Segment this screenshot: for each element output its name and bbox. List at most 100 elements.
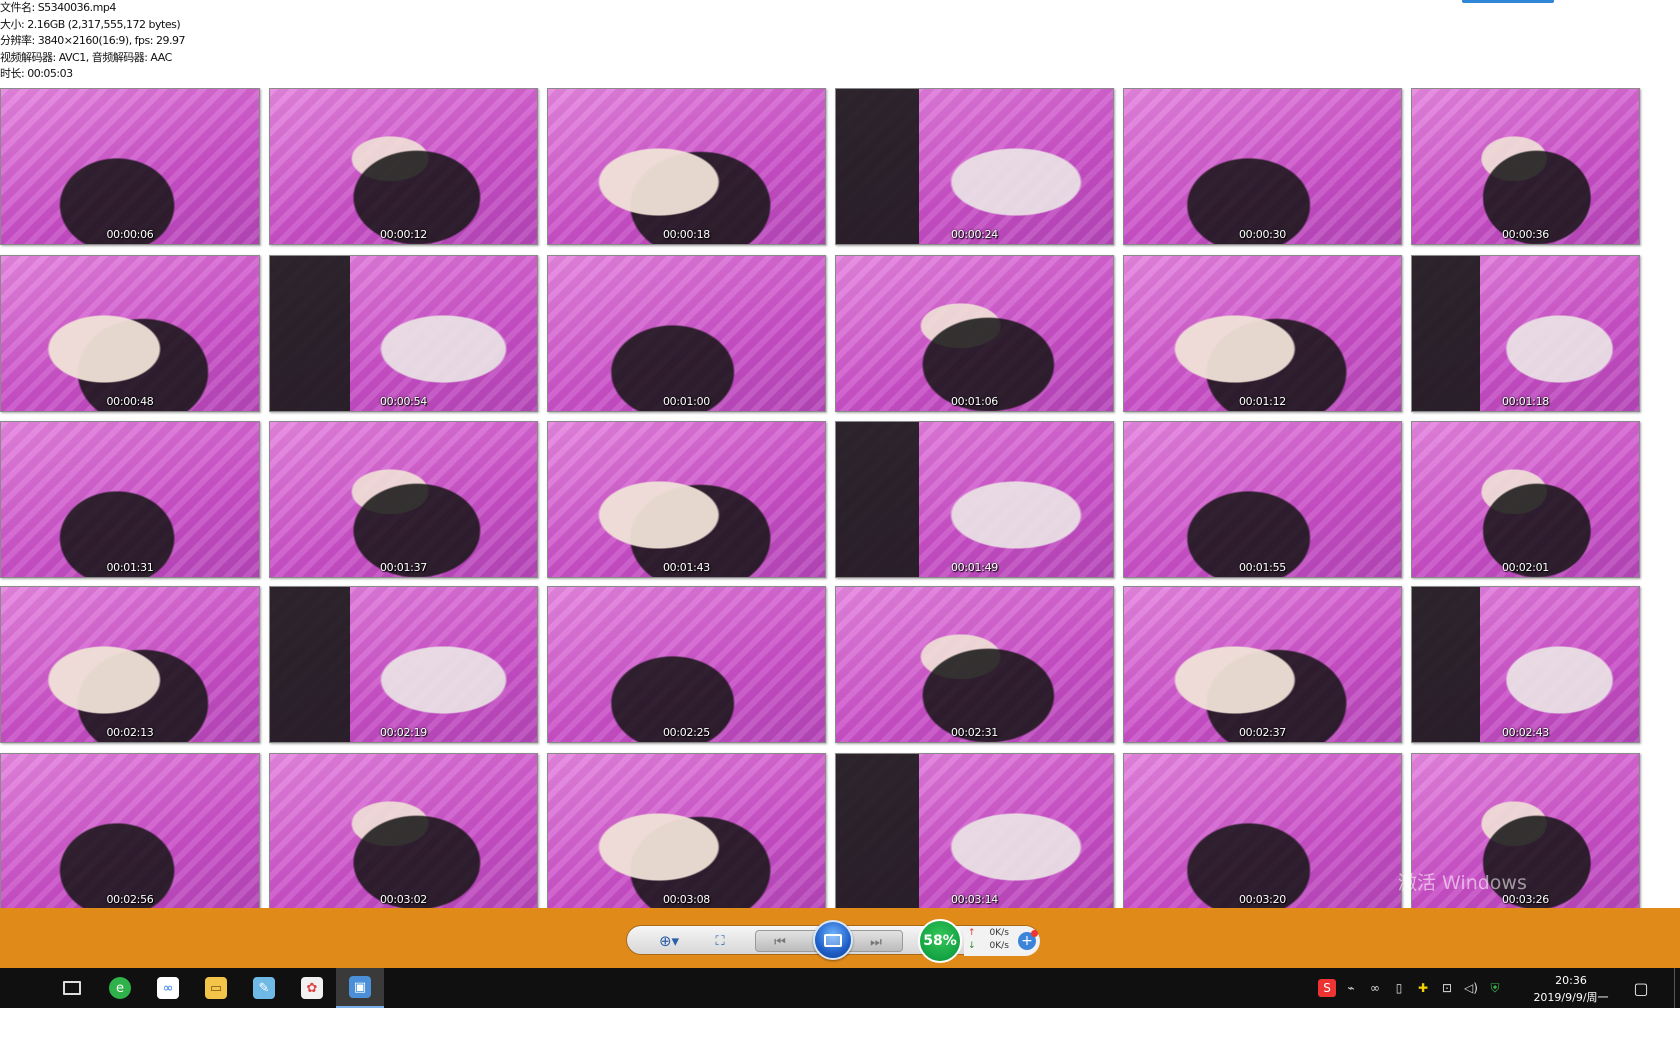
thumbnail[interactable]: 00:00:06 (0, 88, 260, 245)
activation-watermark: 激活 Windows (1398, 872, 1527, 894)
clock-time: 20:36 (1555, 974, 1587, 987)
thumbnail-image (836, 422, 1113, 577)
thumbnail-image (548, 89, 825, 244)
thumbnail[interactable]: 00:01:12 (1123, 255, 1402, 412)
network-tool-icon[interactable]: ⌁ (1342, 979, 1360, 997)
thumbnail-image (836, 754, 1113, 908)
thumbnail-image (836, 89, 1113, 244)
thumbnail[interactable]: 00:00:18 (547, 88, 826, 245)
thumbnail-image (1124, 587, 1401, 742)
thumbnail-timestamp: 00:01:18 (1501, 395, 1549, 408)
thumbnail-timestamp: 00:01:12 (1238, 395, 1286, 408)
thumbnail-image (1412, 89, 1639, 244)
thumbnail-image (270, 422, 537, 577)
thumbnail[interactable]: 00:02:56 (0, 753, 260, 908)
thumbnail-timestamp: 00:01:49 (950, 561, 998, 574)
cpu-usage-badge[interactable]: 58% (918, 919, 962, 963)
thumbnail[interactable]: 00:00:48 (0, 255, 260, 412)
thumbnail-timestamp: 00:02:43 (1501, 726, 1549, 739)
net-down-speed: 0K/s (989, 941, 1009, 951)
previous-icon[interactable]: ⏮ (766, 932, 794, 952)
action-center-icon[interactable]: ▢ (1630, 977, 1652, 999)
info-size: 大小: 2.16GB (2,317,555,172 bytes) (0, 17, 181, 31)
taskbar: e ∞ ▭ ✎ ✿ ▣ S ⌁ ∞ ▯ ✚ ⊡ ◁) ⛨ 20:36 2019/… (0, 968, 1680, 1008)
thumbnail[interactable]: 00:03:20 (1123, 753, 1402, 908)
viewer-toolbar: ⊕▾ ⛶ ⏮ ⏭ 58% ↑ 0K/s ↓ 0K/s + (0, 908, 1680, 968)
add-icon[interactable]: + (1018, 930, 1038, 950)
task-view-icon[interactable] (48, 968, 96, 1008)
thumbnail-image (1, 422, 259, 577)
browser-360-icon[interactable]: e (96, 968, 144, 1008)
thumbnail[interactable]: 00:01:49 (835, 421, 1114, 578)
thumbnail-image (1, 89, 259, 244)
slideshow-icon[interactable] (813, 920, 853, 960)
video-info-header: 文件名: S5340036.mp4 大小: 2.16GB (2,317,555,… (0, 0, 420, 82)
baidu-netdisk-tray-icon[interactable]: ∞ (1366, 979, 1384, 997)
thumbnail-image (1, 587, 259, 742)
thumbnail[interactable]: 00:01:55 (1123, 421, 1402, 578)
sogou-input-icon[interactable]: S (1318, 979, 1336, 997)
thumbnail[interactable]: 00:03:02 (269, 753, 538, 908)
net-up-speed: 0K/s (989, 928, 1009, 938)
thumbnail[interactable]: 00:02:19 (269, 586, 538, 743)
thumbnail[interactable]: 00:01:43 (547, 421, 826, 578)
show-desktop-button[interactable] (1674, 968, 1680, 1008)
thumbnail-image (1124, 422, 1401, 577)
thumbnail-image (1412, 256, 1639, 411)
notification-dot (1031, 930, 1038, 937)
thumbnail[interactable]: 00:00:24 (835, 88, 1114, 245)
thumbnail[interactable]: 00:03:14 (835, 753, 1114, 908)
thumbnail[interactable]: 00:02:01 (1411, 421, 1640, 578)
thumbnail[interactable]: 00:03:08 (547, 753, 826, 908)
thumbnail[interactable]: 00:00:12 (269, 88, 538, 245)
fit-screen-icon[interactable]: ⛶ (707, 931, 733, 951)
zoom-in-icon[interactable]: ⊕▾ (653, 931, 685, 951)
thumbnail-image (1124, 754, 1401, 908)
thumbnail-timestamp: 00:02:25 (662, 726, 710, 739)
thumbnail[interactable]: 00:02:25 (547, 586, 826, 743)
system-clock[interactable]: 20:36 2019/9/9/周一 (1532, 972, 1610, 1006)
usb-device-icon[interactable]: ▯ (1390, 979, 1408, 997)
thumbnail-image (548, 587, 825, 742)
image-viewer: 文件名: S5340036.mp4 大小: 2.16GB (2,317,555,… (0, 0, 1680, 1050)
thumbnail-timestamp: 00:00:30 (1238, 228, 1286, 241)
thumbnail-timestamp: 00:00:12 (379, 228, 427, 241)
thumbnail[interactable]: 00:02:37 (1123, 586, 1402, 743)
thumbnail-timestamp: 00:02:01 (1501, 561, 1549, 574)
thumbnail-image (548, 754, 825, 908)
thumbnail[interactable]: 00:01:06 (835, 255, 1114, 412)
thumbnail[interactable]: 00:02:31 (835, 586, 1114, 743)
file-explorer-icon[interactable]: ▭ (192, 968, 240, 1008)
baidu-netdisk-icon[interactable]: ∞ (144, 968, 192, 1008)
thumbnail[interactable]: 00:01:37 (269, 421, 538, 578)
thumbnail-image (836, 587, 1113, 742)
next-icon[interactable]: ⏭ (862, 932, 890, 952)
thumbnail-timestamp: 00:00:36 (1501, 228, 1549, 241)
thumbnail[interactable]: 00:00:30 (1123, 88, 1402, 245)
security-guard-icon[interactable]: ✚ (1414, 979, 1432, 997)
info-duration: 时长: 00:05:03 (0, 67, 73, 80)
paint-icon[interactable]: ✿ (288, 968, 336, 1008)
photo-viewer-icon[interactable]: ▣ (336, 968, 384, 1008)
thumbnail[interactable]: 00:01:31 (0, 421, 260, 578)
thumbnail-timestamp: 00:00:54 (379, 395, 427, 408)
notepad-icon[interactable]: ✎ (240, 968, 288, 1008)
windows-start-icon[interactable] (0, 968, 48, 1008)
thumbnail-timestamp: 00:00:24 (950, 228, 998, 241)
thumbnail[interactable]: 00:02:43 (1411, 586, 1640, 743)
download-arrow-icon: ↓ (968, 941, 976, 951)
thumbnail[interactable]: 00:00:54 (269, 255, 538, 412)
thumbnail-image (270, 587, 537, 742)
defender-shield-icon[interactable]: ⛨ (1486, 979, 1504, 997)
thumbnail-timestamp: 00:01:55 (1238, 561, 1286, 574)
thumbnail-timestamp: 00:01:31 (106, 561, 154, 574)
thumbnail[interactable]: 00:02:13 (0, 586, 260, 743)
thumbnail[interactable]: 00:00:36 (1411, 88, 1640, 245)
thumbnail-grid: 00:00:06 00:00:12 00:00:18 00:00:24 00:00:30… (0, 88, 1680, 908)
thumbnail-timestamp: 00:02:56 (106, 893, 154, 906)
thumbnail[interactable]: 00:01:00 (547, 255, 826, 412)
volume-icon[interactable]: ◁) (1462, 979, 1480, 997)
system-tray: S ⌁ ∞ ▯ ✚ ⊡ ◁) ⛨ (1318, 968, 1504, 1008)
network-icon[interactable]: ⊡ (1438, 979, 1456, 997)
thumbnail[interactable]: 00:01:18 (1411, 255, 1640, 412)
